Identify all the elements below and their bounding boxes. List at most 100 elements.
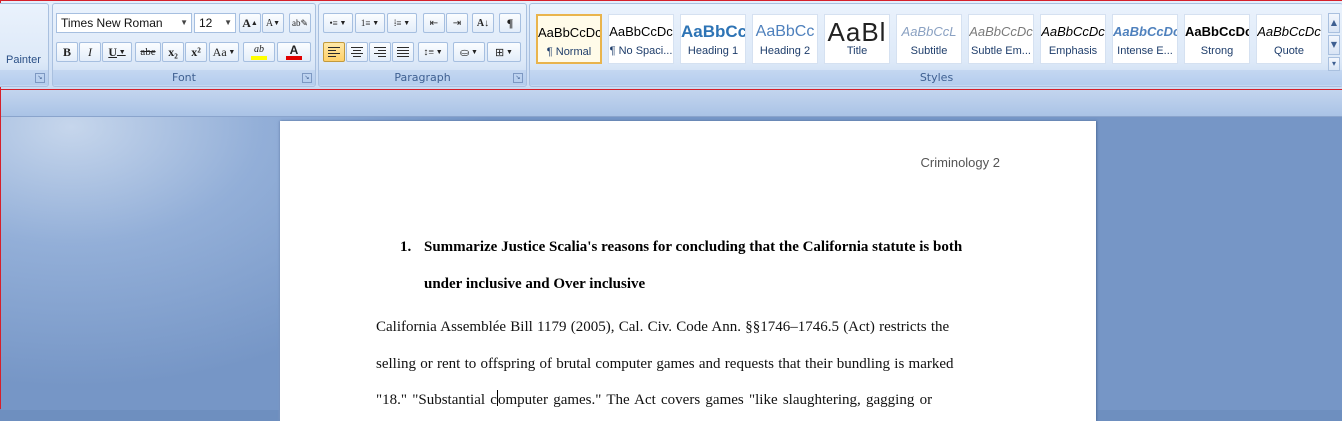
align-center-button[interactable]: [346, 42, 368, 62]
line-spacing-icon: ↕≡: [423, 46, 434, 58]
styles-more-icon[interactable]: ▾: [1328, 57, 1340, 71]
change-case-icon: Aa: [212, 44, 227, 59]
show-formatting-marks-button[interactable]: ¶: [499, 13, 521, 33]
body-paragraph[interactable]: California Assemblée Bill 1179 (2005), C…: [376, 309, 986, 419]
clear-formatting-icon: ab✎: [291, 17, 309, 28]
font-group-label: Font: [53, 70, 315, 85]
strikethrough-button[interactable]: abe: [135, 42, 161, 62]
superscript-button[interactable]: x²: [185, 42, 207, 62]
style-subtitle-tile[interactable]: AaBbCcL Subtitle: [896, 14, 962, 64]
style-sample: AaBbCcDc: [1257, 24, 1321, 39]
style-sample: AaBbCcDc: [1041, 24, 1105, 39]
body-line-3: "18." "Substantial computer games." The …: [376, 382, 986, 419]
strikethrough-icon: abe: [140, 46, 156, 58]
align-right-button[interactable]: [369, 42, 391, 62]
chevron-down-icon[interactable]: ▼: [224, 14, 232, 32]
body-line-2: selling or rent to offspring of brutal c…: [376, 355, 954, 372]
styles-scroll-up-icon[interactable]: ▲: [1328, 13, 1340, 33]
superscript-icon: x²: [191, 44, 201, 59]
style-sample: AaBbCcDc: [609, 24, 673, 39]
styles-group-label: Styles: [530, 70, 1342, 85]
style-quote-tile[interactable]: AaBbCcDc Quote: [1256, 14, 1322, 64]
font-dialog-launcher-icon[interactable]: ↘: [302, 73, 312, 83]
font-size-combo[interactable]: 12 ▼: [194, 13, 236, 33]
body-line-1: California Assemblée Bill 1179 (2005), C…: [376, 319, 950, 335]
bold-button[interactable]: B: [56, 42, 78, 62]
styles-scroll-down-icon[interactable]: ▼: [1328, 35, 1340, 55]
sort-button[interactable]: A↓: [472, 13, 494, 33]
decrease-indent-button[interactable]: ⇤: [423, 13, 445, 33]
styles-group: AaBbCcDc ¶ Normal AaBbCcDc ¶ No Spaci... AaB…: [529, 3, 1342, 87]
style-name: Strong: [1200, 45, 1234, 57]
italic-button[interactable]: I: [79, 42, 101, 62]
line-spacing-button[interactable]: ↕≡ ▼: [418, 42, 448, 62]
style-name: Subtitle: [910, 45, 948, 57]
chevron-down-icon[interactable]: ▼: [180, 14, 188, 32]
heading-line-2: under inclusive and Over inclusive: [424, 276, 646, 292]
align-left-button[interactable]: [323, 42, 345, 62]
decrease-indent-icon: ⇤: [429, 17, 439, 29]
line3-before-caret: "18." "Substantial c: [376, 392, 497, 408]
document-page[interactable]: Criminology 2 1. Summarize Justice Scali…: [280, 121, 1096, 421]
clipboard-group: Painter ↘: [0, 3, 49, 87]
style-title-tile[interactable]: AaBl Title: [824, 14, 890, 64]
paragraph-dialog-launcher-icon[interactable]: ↘: [513, 73, 523, 83]
paragraph-group-label: Paragraph: [319, 70, 526, 85]
grow-font-button[interactable]: A ▲: [239, 13, 261, 33]
style-sample: AaBbCcDc: [1113, 24, 1177, 39]
style-emphasis-tile[interactable]: AaBbCcDc Emphasis: [1040, 14, 1106, 64]
multilevel-list-button[interactable]: ⁞≡ ▼: [387, 13, 417, 33]
style-normal-tile[interactable]: AaBbCcDc ¶ Normal: [536, 14, 602, 64]
style-no-spacing-tile[interactable]: AaBbCcDc ¶ No Spaci...: [608, 14, 674, 64]
style-name: Quote: [1274, 45, 1304, 57]
multilevel-list-icon: ⁞≡: [393, 18, 402, 28]
font-group: Times New Roman ▼ 12 ▼ A ▲ A ▼ ab✎ B I U ▼…: [52, 3, 316, 87]
borders-button[interactable]: ⊞ ▼: [487, 42, 521, 62]
grow-font-icon: A: [242, 15, 251, 30]
shrink-font-icon: A: [265, 17, 274, 29]
style-name: Emphasis: [1048, 45, 1098, 57]
style-name: Heading 2: [759, 45, 811, 57]
increase-indent-button[interactable]: ⇥: [446, 13, 468, 33]
bullet-list-icon: •≡: [329, 17, 338, 28]
style-heading-2-tile[interactable]: AaBbCc Heading 2: [752, 14, 818, 64]
style-strong-tile[interactable]: AaBbCcDc Strong: [1184, 14, 1250, 64]
change-case-button[interactable]: Aa ▼: [209, 42, 239, 62]
document-workspace: Criminology 2 1. Summarize Justice Scali…: [1, 117, 1342, 421]
numbering-button[interactable]: 1≡ ▼: [355, 13, 385, 33]
style-name: Subtle Em...: [971, 45, 1031, 57]
align-right-icon: [374, 47, 386, 57]
subscript-button[interactable]: x₂: [162, 42, 184, 62]
ruler-area: [1, 89, 1342, 117]
italic-icon: I: [88, 44, 92, 59]
page-header[interactable]: Criminology 2: [921, 155, 1000, 170]
style-sample: AaBbCcDc: [1185, 24, 1249, 39]
shrink-font-button[interactable]: A ▼: [262, 13, 284, 33]
style-intense-emphasis-tile[interactable]: AaBbCcDc Intense E...: [1112, 14, 1178, 64]
font-color-button[interactable]: A: [277, 42, 311, 62]
shading-button[interactable]: ⛀ ▼: [453, 42, 485, 62]
paragraph-group: •≡ ▼ 1≡ ▼ ⁞≡ ▼ ⇤ ⇥ A↓ ¶ ↕≡ ▼ ⛀ ▼ ⊞ ▼ Par…: [318, 3, 527, 87]
bullets-button[interactable]: •≡ ▼: [323, 13, 353, 33]
style-name: ¶ Normal: [546, 46, 592, 58]
style-heading-1-tile[interactable]: AaBbCc Heading 1: [680, 14, 746, 64]
highlight-color-button[interactable]: ab: [243, 42, 275, 62]
heading-line-1: Summarize Justice Scalia's reasons for c…: [424, 239, 963, 255]
numbered-list-icon: 1≡: [360, 18, 371, 28]
clipboard-dialog-launcher-icon[interactable]: ↘: [35, 73, 45, 83]
borders-icon: ⊞: [495, 46, 505, 59]
justify-button[interactable]: [392, 42, 414, 62]
clear-formatting-button[interactable]: ab✎: [289, 13, 311, 33]
style-sample: AaBbCc: [681, 22, 745, 41]
sort-icon: A↓: [476, 17, 490, 29]
style-sample: AaBbCc: [755, 23, 815, 40]
style-name: ¶ No Spaci...: [609, 45, 673, 57]
increase-indent-icon: ⇥: [452, 17, 462, 29]
style-subtle-emphasis-tile[interactable]: AaBbCcDc Subtle Em...: [968, 14, 1034, 64]
subscript-icon: x₂: [168, 44, 178, 59]
font-name-combo[interactable]: Times New Roman ▼: [56, 13, 192, 33]
underline-button[interactable]: U ▼: [102, 42, 132, 62]
style-sample: AaBbCcDc: [538, 25, 600, 40]
style-sample: AaBbCcL: [901, 24, 957, 39]
format-painter-label[interactable]: Painter: [6, 54, 41, 66]
